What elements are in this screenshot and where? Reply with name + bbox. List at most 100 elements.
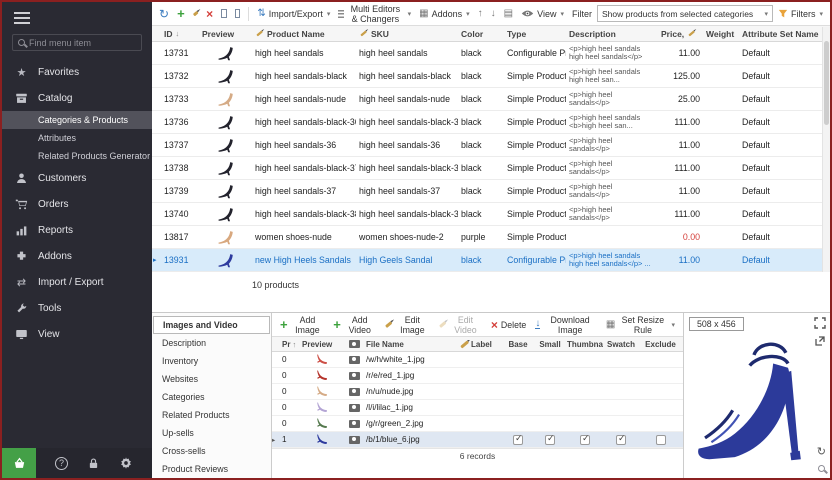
scrollbar-thumb[interactable] xyxy=(824,41,829,125)
image-row[interactable]: 0 /n/u/nude.jpg xyxy=(272,384,683,400)
delete-image-button[interactable]: × Delete xyxy=(491,319,526,331)
sidebar-item-favorites[interactable]: ★ Favorites xyxy=(2,59,152,85)
column-color[interactable]: Color xyxy=(458,29,504,39)
image-row[interactable]: 0 /w/h/white_1.jpg xyxy=(272,352,683,368)
panel-tab[interactable]: Inventory xyxy=(153,352,270,370)
help-icon[interactable]: ? xyxy=(55,457,68,470)
sidebar-item-import-export[interactable]: ⇄ Import / Export xyxy=(2,269,152,295)
sidebar-item-addons[interactable]: Addons xyxy=(2,243,152,269)
zoom-icon[interactable] xyxy=(818,465,825,472)
panel-tab[interactable]: Categories xyxy=(153,388,270,406)
delete-product-icon[interactable]: × xyxy=(206,8,213,20)
column-id[interactable]: ID↓ xyxy=(161,29,199,39)
column-priority[interactable]: Pr↑ xyxy=(280,340,300,349)
image-row[interactable]: 0 /l/i/lilac_1.jpg xyxy=(272,400,683,416)
table-row[interactable]: 13817 women shoes-nude women shoes-nude-… xyxy=(152,226,830,249)
base-checkbox[interactable] xyxy=(513,435,523,445)
sort-asc-icon[interactable]: ↑ xyxy=(478,9,483,19)
column-weight[interactable]: Weight xyxy=(703,29,739,39)
refresh-icon[interactable]: ↻ xyxy=(159,8,169,20)
image-row[interactable]: ▸ 1 /b/1/blue_6.jpg xyxy=(272,432,683,448)
thumbnail-checkbox[interactable] xyxy=(580,435,590,445)
duplicate-icon[interactable] xyxy=(235,9,241,18)
import-export-menu[interactable]: ⇅ Import/Export xyxy=(257,9,330,19)
column-type[interactable]: Type xyxy=(504,29,566,39)
sort-desc-icon[interactable]: ↓ xyxy=(491,9,496,19)
multi-editors-menu[interactable]: Multi Editors & Changers xyxy=(338,4,411,24)
store-button[interactable] xyxy=(2,448,36,478)
sidebar-item-customers[interactable]: Customers xyxy=(2,165,152,191)
panel-tab[interactable]: Cross-sells xyxy=(153,442,270,460)
copy-icon[interactable] xyxy=(221,9,227,18)
column-camera[interactable] xyxy=(344,340,364,348)
hamburger-menu-icon[interactable] xyxy=(2,2,152,24)
set-resize-rule-button[interactable]: ▦ Set Resize Rule xyxy=(606,315,675,335)
sidebar-item-orders[interactable]: Orders xyxy=(2,191,152,217)
sidebar-item-related-products-generator[interactable]: Related Products Generator xyxy=(2,147,152,165)
table-row[interactable]: 13737 high heel sandals-36 high heel san… xyxy=(152,134,830,157)
column-swatch[interactable]: Swatch xyxy=(604,340,638,349)
edit-product-icon[interactable] xyxy=(192,11,198,16)
puzzle-icon xyxy=(14,250,29,263)
sidebar-item-catalog[interactable]: Catalog xyxy=(2,85,152,111)
sidebar-item-attributes[interactable]: Attributes xyxy=(2,129,152,147)
column-description[interactable]: Description xyxy=(566,29,658,39)
cell-sku: high heel sandals-36 xyxy=(356,140,458,150)
view-menu[interactable]: View xyxy=(521,9,564,19)
column-base[interactable]: Base xyxy=(502,340,534,349)
vertical-scrollbar[interactable] xyxy=(822,27,830,272)
column-exclude[interactable]: Exclude xyxy=(638,340,683,349)
column-attribute-set[interactable]: Attribute Set Name xyxy=(739,29,830,39)
sidebar-item-tools[interactable]: Tools xyxy=(2,295,152,321)
filter-select[interactable]: Show products from selected categories xyxy=(597,5,773,22)
table-row[interactable]: 13731 high heel sandals high heel sandal… xyxy=(152,42,830,65)
column-file-name[interactable]: File Name xyxy=(364,340,458,349)
table-row[interactable]: 13740 high heel sandals-black-38 high he… xyxy=(152,203,830,226)
filters-button[interactable]: Filters xyxy=(778,9,823,19)
column-thumbnail[interactable]: Thumbna xyxy=(566,340,604,349)
fullscreen-icon[interactable] xyxy=(814,317,826,329)
column-preview[interactable]: Preview xyxy=(300,340,344,349)
sidebar-item-view[interactable]: View xyxy=(2,321,152,347)
menu-search-input[interactable] xyxy=(29,38,136,48)
column-sku[interactable]: SKU xyxy=(356,29,458,39)
column-small[interactable]: Small xyxy=(534,340,566,349)
download-image-button[interactable]: ↓ Download Image xyxy=(535,315,597,335)
panel-tab[interactable]: Product Reviews xyxy=(153,460,270,478)
column-preview[interactable]: Preview xyxy=(199,29,252,39)
column-price[interactable]: Price, xyxy=(658,29,703,39)
swatch-checkbox[interactable] xyxy=(616,435,626,445)
table-row[interactable]: 13733 high heel sandals-nude high heel s… xyxy=(152,88,830,111)
add-video-button[interactable]: + Add Video xyxy=(333,315,375,335)
columns-icon[interactable]: ▤ xyxy=(504,9,513,19)
table-row[interactable]: 13738 high heel sandals-black-37 high he… xyxy=(152,157,830,180)
sidebar-item-reports[interactable]: Reports xyxy=(2,217,152,243)
table-row[interactable]: 13732 high heel sandals-black high heel … xyxy=(152,65,830,88)
panel-tab[interactable]: Images and Video xyxy=(153,316,270,334)
small-checkbox[interactable] xyxy=(545,435,555,445)
table-row[interactable]: 13739 high heel sandals-37 high heel san… xyxy=(152,180,830,203)
add-image-button[interactable]: + Add Image xyxy=(280,315,324,335)
exclude-checkbox[interactable] xyxy=(656,435,666,445)
addons-menu[interactable]: ▦ Addons xyxy=(419,9,470,19)
edit-video-button[interactable]: Edit Video xyxy=(439,315,482,335)
sidebar-item-categories-products[interactable]: Categories & Products xyxy=(2,111,152,129)
table-row[interactable]: 13736 high heel sandals-black-36 high he… xyxy=(152,111,830,134)
image-row[interactable]: 0 /r/e/red_1.jpg xyxy=(272,368,683,384)
menu-search[interactable] xyxy=(12,34,142,51)
column-label[interactable]: Label xyxy=(458,340,502,349)
rotate-refresh-icon[interactable]: ↻ xyxy=(817,445,826,458)
add-product-icon[interactable]: + xyxy=(177,7,185,20)
image-row[interactable]: 0 /g/r/green_2.jpg xyxy=(272,416,683,432)
panel-tab[interactable]: Related Products xyxy=(153,406,270,424)
table-row[interactable]: ▸ 13931 new High Heels Sandals High Geel… xyxy=(152,249,830,272)
panel-tab[interactable]: Description xyxy=(153,334,270,352)
lock-icon[interactable] xyxy=(87,457,100,470)
edit-image-button[interactable]: Edit Image xyxy=(385,315,430,335)
panel-tab[interactable]: Up-sells xyxy=(153,424,270,442)
column-product-name[interactable]: Product Name xyxy=(252,29,356,39)
panel-tab[interactable]: Websites xyxy=(153,370,270,388)
open-external-icon[interactable] xyxy=(814,335,826,347)
gear-icon[interactable] xyxy=(119,456,133,470)
row-expander-icon: ▸ xyxy=(152,256,161,264)
